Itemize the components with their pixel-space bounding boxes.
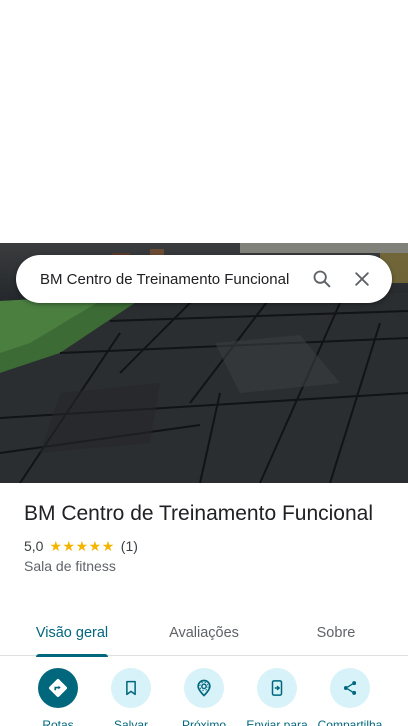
star-icon: ★ [62, 538, 76, 554]
rating-value: 5,0 [24, 538, 44, 554]
save-button[interactable]: Salvar [93, 668, 169, 726]
send-to-phone-button[interactable]: Enviar para [239, 668, 315, 726]
rating-stars: ★ ★ ★ ★ ★ [49, 539, 114, 553]
search-icon [313, 270, 331, 288]
directions-label: Rotas [42, 718, 74, 726]
share-button-circle[interactable] [330, 668, 370, 708]
place-category: Sala de fitness [24, 558, 116, 574]
clear-search-button[interactable] [342, 259, 382, 299]
nearby-icon [197, 679, 211, 697]
send-to-phone-button-circle[interactable] [257, 668, 297, 708]
send-to-phone-label: Enviar para [246, 718, 308, 726]
map-area-blank [0, 0, 408, 243]
tab-overview-label: Visão geral [35, 625, 109, 641]
directions-button[interactable]: Rotas [20, 668, 96, 726]
place-title: BM Centro de Treinamento Funcional [24, 502, 374, 525]
search-bar[interactable]: BM Centro de Treinamento Funcional [16, 255, 392, 303]
send-to-phone-icon [271, 680, 283, 696]
directions-button-circle[interactable] [38, 668, 78, 708]
share-button[interactable]: Compartilha [312, 668, 388, 726]
star-icon: ★ [101, 538, 115, 554]
tab-overview[interactable]: Visão geral [0, 610, 144, 657]
tab-about[interactable]: Sobre [300, 610, 372, 656]
share-label: Compartilha [317, 718, 383, 726]
save-button-circle[interactable] [111, 668, 151, 708]
search-button[interactable] [302, 259, 342, 299]
directions-icon [49, 679, 67, 697]
nearby-button-circle[interactable] [184, 668, 224, 708]
search-input[interactable]: BM Centro de Treinamento Funcional [40, 271, 302, 288]
star-icon: ★ [88, 538, 102, 554]
review-count[interactable]: (1) [121, 538, 138, 554]
star-icon: ★ [49, 538, 63, 554]
tab-reviews-label: Avaliações [169, 625, 239, 641]
place-info: BM Centro de Treinamento Funcional 5,0 ★… [24, 500, 394, 576]
nearby-button[interactable]: Próximo [166, 668, 242, 726]
tab-about-label: Sobre [316, 625, 356, 641]
tab-reviews[interactable]: Avaliações [144, 610, 264, 656]
nearby-label: Próximo [181, 718, 226, 726]
bookmark-icon [126, 680, 136, 696]
active-tab-indicator [36, 654, 108, 657]
share-icon [343, 681, 357, 695]
save-label: Salvar [113, 718, 148, 726]
close-icon [355, 272, 369, 286]
star-icon: ★ [75, 538, 89, 554]
action-buttons: Rotas Salvar Próximo Enviar para Compart… [0, 668, 408, 726]
rating-row[interactable]: 5,0 ★ ★ ★ ★ ★ (1) [24, 536, 394, 556]
place-tabs: Visão geral Avaliações Sobre [0, 610, 408, 657]
